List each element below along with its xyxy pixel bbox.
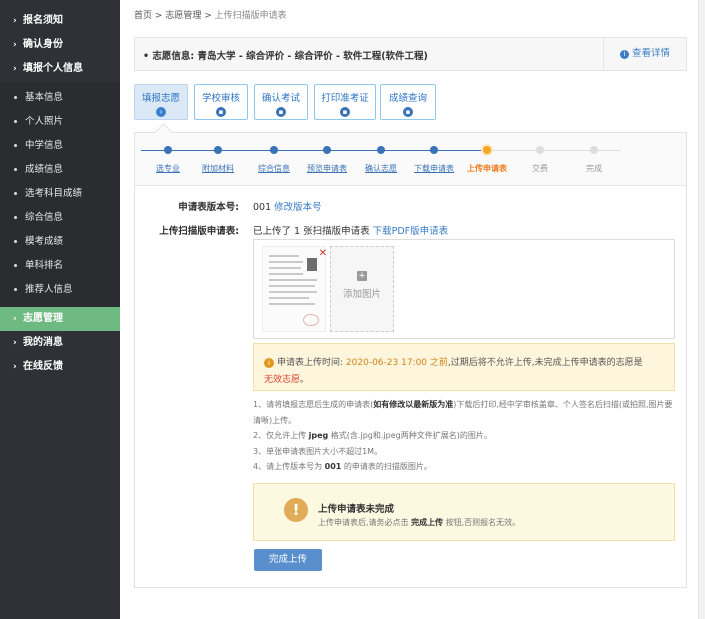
step-label[interactable]: 预览申请表: [307, 163, 347, 174]
edit-version-link[interactable]: 修改版本号: [274, 202, 322, 213]
volunteer-info-bar: • 志愿信息: 青岛大学 - 综合评价 - 综合评价 - 软件工程(软件工程) …: [134, 37, 687, 71]
version-value: 001: [253, 202, 272, 213]
step-label-current: 上传申请表: [467, 164, 507, 173]
lock-icon: ▪: [216, 107, 226, 117]
breadcrumb: 首页 > 志愿管理 > 上传扫描版申请表: [134, 11, 287, 21]
download-pdf-link[interactable]: 下载PDF版申请表: [373, 226, 449, 237]
sidebar-item-notice[interactable]: › 报名须知: [0, 9, 120, 33]
sidebar-submenu: 基本信息 个人照片 中学信息 成绩信息 选考科目成绩 综合信息 模考成绩 单科排…: [0, 81, 120, 307]
upload-label: 上传扫描版申请表:: [159, 226, 239, 237]
view-detail-button[interactable]: i 查看详情: [603, 38, 686, 70]
tab-fill-volunteer[interactable]: 填报志愿 ›: [134, 84, 188, 120]
delete-image-icon[interactable]: ✕: [319, 248, 327, 259]
step-dot: [536, 146, 544, 154]
upload-instructions: 1、请将填报志愿后生成的申请表(如有修改以最新版为准)下载后打印,经中学审核盖章…: [253, 400, 673, 471]
bullet-icon: [14, 120, 17, 123]
sidebar-item-feedback[interactable]: › 在线反馈: [0, 355, 120, 379]
plus-icon: +: [357, 271, 367, 281]
sidebar-item-label: 报名须知: [23, 15, 63, 26]
tab-score-query[interactable]: 成绩查询 ▪: [380, 84, 436, 120]
incomplete-notice: ! 上传申请表未完成 上传申请表后,请务必点击 完成上传 按钮,否则报名无效。: [253, 483, 675, 541]
step-label: 交费: [532, 164, 548, 173]
bullet-icon: [14, 192, 17, 195]
step-label[interactable]: 综合信息: [258, 163, 290, 174]
lock-icon: ▪: [403, 107, 413, 117]
step-label[interactable]: 选专业: [156, 163, 180, 174]
sidebar-item-volunteer[interactable]: › 志愿管理: [0, 307, 120, 331]
sidebar-subitem-rank[interactable]: 单科排名: [0, 254, 120, 278]
bullet-icon: [14, 96, 17, 99]
version-label: 申请表版本号:: [178, 202, 239, 213]
chevron-right-icon: ›: [13, 338, 17, 348]
sidebar-subitem-comprehensive[interactable]: 综合信息: [0, 206, 120, 230]
step-label[interactable]: 下载申请表: [414, 163, 454, 174]
sidebar-subitem-basic[interactable]: 基本信息: [0, 86, 120, 110]
step-dot: [430, 146, 438, 154]
incomplete-title: 上传申请表未完成: [318, 504, 395, 515]
step-dot: [270, 146, 278, 154]
info-prefix: 志愿信息:: [152, 51, 195, 62]
sidebar-subitem-referee[interactable]: 推荐人信息: [0, 278, 120, 302]
step-dot: [377, 146, 385, 154]
bullet-icon: [14, 216, 17, 219]
sidebar-item-personal-info[interactable]: › 填报个人信息: [0, 57, 120, 81]
step-dot: [214, 146, 222, 154]
info-icon: i: [619, 50, 629, 59]
bullet-icon: [14, 288, 17, 291]
deadline-warning: i 申请表上传时间: 2020-06-23 17:00 之前,过期后将不允许上传,…: [253, 343, 675, 391]
step-progress: 选专业 附加材料 综合信息 预览申请表 确认志愿 下载申请表 上传申请表 交费 …: [135, 133, 686, 186]
lock-icon: ▪: [340, 107, 350, 117]
breadcrumb-current: 上传扫描版申请表: [214, 11, 287, 21]
scrollbar[interactable]: [698, 0, 705, 619]
add-image-button[interactable]: + 添加图片: [330, 246, 394, 332]
info-icon: i: [264, 358, 274, 368]
uploaded-image-thumbnail[interactable]: ✕: [262, 246, 327, 332]
step-dot: [590, 146, 598, 154]
step-label: 完成: [586, 164, 602, 173]
sidebar-subitem-photo[interactable]: 个人照片: [0, 110, 120, 134]
breadcrumb-home[interactable]: 首页: [134, 11, 152, 21]
upload-status: 已上传了 1 张扫描版申请表: [253, 226, 370, 237]
info-value: 青岛大学 - 综合评价 - 综合评价 - 软件工程(软件工程): [197, 51, 428, 62]
step-dot: [323, 146, 331, 154]
step-label[interactable]: 附加材料: [202, 163, 234, 174]
tab-confirm-exam[interactable]: 确认考试 ▪: [254, 84, 308, 120]
sidebar: › 报名须知 › 确认身份 › 填报个人信息 基本信息 个人照片 中学信息 成绩信息 …: [0, 0, 120, 619]
bullet-icon: [14, 144, 17, 147]
lock-icon: ▪: [276, 107, 286, 117]
chevron-right-icon: ›: [13, 16, 17, 26]
sidebar-item-label: 填报个人信息: [23, 63, 83, 74]
chevron-right-icon: ›: [13, 314, 17, 324]
sidebar-subitem-school[interactable]: 中学信息: [0, 134, 120, 158]
bullet-icon: [14, 240, 17, 243]
sidebar-item-messages[interactable]: › 我的消息: [0, 331, 120, 355]
exclamation-icon: !: [284, 498, 308, 522]
tab-school-review[interactable]: 学校审核 ▪: [194, 84, 248, 120]
bullet-icon: [14, 264, 17, 267]
step-dot: [164, 146, 172, 154]
sidebar-subitem-elective[interactable]: 选考科目成绩: [0, 182, 120, 206]
chevron-down-icon: ›: [13, 64, 17, 74]
finish-upload-button[interactable]: 完成上传: [254, 549, 322, 571]
sidebar-item-identity[interactable]: › 确认身份: [0, 33, 120, 57]
tab-print-ticket[interactable]: 打印准考证 ▪: [314, 84, 376, 120]
stamp-icon: [303, 314, 319, 326]
play-icon: ›: [156, 107, 166, 117]
chevron-right-icon: ›: [13, 362, 17, 372]
upload-area: ✕ + 添加图片: [253, 239, 675, 339]
sidebar-item-label: 确认身份: [23, 39, 63, 50]
sidebar-subitem-mock[interactable]: 模考成绩: [0, 230, 120, 254]
sidebar-subitem-grades[interactable]: 成绩信息: [0, 158, 120, 182]
step-label[interactable]: 确认志愿: [365, 163, 397, 174]
chevron-right-icon: ›: [13, 40, 17, 50]
step-dot-current: [483, 146, 491, 154]
bullet-icon: [14, 168, 17, 171]
upload-panel: 选专业 附加材料 综合信息 预览申请表 确认志愿 下载申请表 上传申请表 交费 …: [134, 123, 687, 588]
breadcrumb-section[interactable]: 志愿管理: [165, 11, 201, 21]
